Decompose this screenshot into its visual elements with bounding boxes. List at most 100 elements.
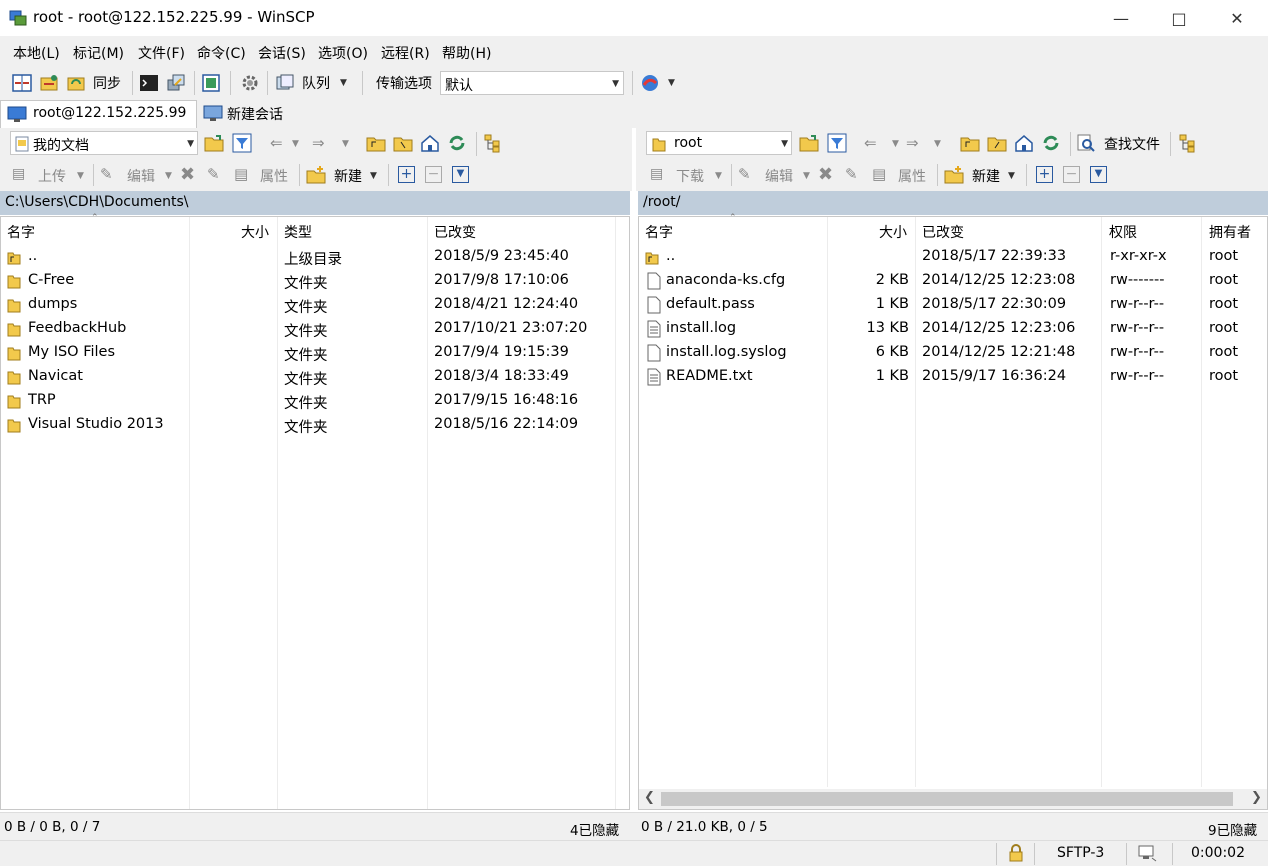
find-files-icon[interactable]	[1076, 133, 1096, 153]
properties-icon[interactable]: ▤	[872, 165, 886, 183]
tree-view-icon[interactable]	[483, 133, 503, 153]
edit-button[interactable]: 编辑	[127, 166, 155, 186]
local-location-select[interactable]: 我的文档 ▼	[10, 131, 198, 155]
chevron-down-icon[interactable]: ▼	[715, 171, 722, 181]
scroll-left-icon[interactable]: ❮	[644, 790, 655, 805]
menu-help[interactable]: 帮助(H)	[442, 43, 491, 63]
forward-icon[interactable]: ⇒	[906, 134, 919, 152]
edit-button[interactable]: 编辑	[765, 166, 793, 186]
local-col-type[interactable]: 类型	[284, 222, 312, 242]
chevron-down-icon[interactable]: ▼	[934, 139, 941, 149]
filter-icon[interactable]	[827, 133, 847, 153]
edit-icon[interactable]: ✎	[100, 165, 113, 183]
menu-session[interactable]: 会话(S)	[258, 43, 306, 63]
delete-icon[interactable]: ✖	[180, 164, 195, 185]
new-button[interactable]: 新建	[972, 166, 1000, 186]
queue-icon[interactable]	[275, 73, 295, 93]
properties-button[interactable]: 属性	[260, 166, 288, 186]
maximize-button[interactable]: □	[1150, 0, 1208, 36]
close-button[interactable]: ✕	[1208, 0, 1266, 36]
table-row[interactable]: dumps 文件夹 2018/4/21 12:24:40	[1, 293, 629, 317]
remote-col-rights[interactable]: 权限	[1109, 222, 1137, 242]
chevron-down-icon[interactable]: ▼	[165, 171, 172, 181]
refresh-icon[interactable]	[447, 133, 467, 153]
local-col-name[interactable]: 名字	[7, 222, 35, 242]
chevron-down-icon[interactable]: ▼	[292, 139, 299, 149]
table-row[interactable]: Navicat 文件夹 2018/3/4 18:33:49	[1, 365, 629, 389]
select-all-icon[interactable]: ▼	[452, 166, 469, 183]
upload-icon[interactable]: ▤	[12, 166, 25, 182]
select-all-icon[interactable]: ▼	[1090, 166, 1107, 183]
back-icon[interactable]: ⇐	[270, 134, 283, 152]
refresh-icon[interactable]	[1041, 133, 1061, 153]
table-row[interactable]: My ISO Files 文件夹 2017/9/4 19:15:39	[1, 341, 629, 365]
remote-col-owner[interactable]: 拥有者	[1209, 222, 1251, 242]
table-row[interactable]: install.log 13 KB 2014/12/25 12:23:06 rw-r-…	[639, 317, 1267, 341]
queue-label[interactable]: 队列	[302, 73, 330, 93]
transfer-settings-select[interactable]: 默认 ▼	[440, 71, 624, 95]
select-files-icon[interactable]: +	[1036, 166, 1053, 183]
find-files-button[interactable]: 查找文件	[1104, 134, 1160, 154]
chevron-down-icon[interactable]: ▼	[892, 139, 899, 149]
tree-view-icon[interactable]	[1178, 133, 1198, 153]
properties-button[interactable]: 属性	[898, 166, 926, 186]
menu-commands[interactable]: 命令(C)	[197, 43, 246, 63]
tab-session[interactable]: root@122.152.225.99	[0, 100, 197, 128]
remote-col-changed[interactable]: 已改变	[922, 222, 964, 242]
download-icon[interactable]: ▤	[650, 166, 663, 182]
table-row[interactable]: anaconda-ks.cfg 2 KB 2014/12/25 12:23:08 rw…	[639, 269, 1267, 293]
chevron-down-icon[interactable]: ▼	[77, 171, 84, 181]
download-button[interactable]: 下载	[676, 166, 704, 186]
scroll-right-icon[interactable]: ❯	[1251, 790, 1262, 805]
tab-new-session[interactable]: 新建会话	[199, 100, 295, 128]
menu-mark[interactable]: 标记(M)	[73, 43, 124, 63]
remote-col-name[interactable]: 名字	[645, 222, 673, 242]
menu-remote[interactable]: 远程(R)	[381, 43, 430, 63]
gear-icon[interactable]	[240, 73, 260, 93]
menu-options[interactable]: 选项(O)	[318, 43, 368, 63]
synchronize-icon[interactable]	[66, 73, 86, 93]
sync-label[interactable]: 同步	[93, 73, 121, 93]
table-row[interactable]: FeedbackHub 文件夹 2017/10/21 23:07:20	[1, 317, 629, 341]
delete-icon[interactable]: ✖	[818, 164, 833, 185]
table-row[interactable]: .. 上级目录 2018/5/9 23:45:40	[1, 245, 629, 269]
parent-directory-icon[interactable]	[366, 133, 386, 153]
minimize-button[interactable]: —	[1092, 0, 1150, 36]
back-icon[interactable]: ⇐	[864, 134, 877, 152]
rename-icon[interactable]: ✎	[207, 165, 220, 183]
preferences-window-icon[interactable]	[201, 73, 221, 93]
putty-icon[interactable]	[166, 73, 186, 93]
remote-col-size[interactable]: 大小	[879, 222, 907, 242]
synchronize-browsing-icon[interactable]	[39, 73, 59, 93]
chevron-down-icon[interactable]: ▼	[342, 139, 349, 149]
table-row[interactable]: README.txt 1 KB 2015/9/17 16:36:24 rw-r--r-…	[639, 365, 1267, 389]
rename-icon[interactable]: ✎	[845, 165, 858, 183]
terminal-icon[interactable]	[139, 73, 159, 93]
queue-dropdown-icon[interactable]: ▼	[340, 78, 347, 88]
globe-sync-icon[interactable]	[640, 73, 660, 93]
open-folder-icon[interactable]	[204, 133, 224, 153]
chevron-down-icon[interactable]: ▼	[668, 78, 675, 88]
remote-location-select[interactable]: root ▼	[646, 131, 792, 155]
root-directory-icon[interactable]	[393, 133, 413, 153]
table-row[interactable]: default.pass 1 KB 2018/5/17 22:30:09 rw-r--…	[639, 293, 1267, 317]
local-col-changed[interactable]: 已改变	[434, 222, 476, 242]
new-folder-icon[interactable]	[306, 165, 326, 185]
compare-directories-icon[interactable]	[12, 73, 32, 93]
scrollbar-thumb[interactable]	[661, 792, 1233, 806]
unselect-files-icon[interactable]: −	[1063, 166, 1080, 183]
open-folder-icon[interactable]	[799, 133, 819, 153]
parent-directory-icon[interactable]	[960, 133, 980, 153]
table-row[interactable]: C-Free 文件夹 2017/9/8 17:10:06	[1, 269, 629, 293]
home-icon[interactable]	[420, 133, 440, 153]
horizontal-scrollbar[interactable]: ❮ ❯	[639, 789, 1267, 809]
new-button[interactable]: 新建	[334, 166, 362, 186]
root-directory-icon[interactable]	[987, 133, 1007, 153]
select-files-icon[interactable]: +	[398, 166, 415, 183]
chevron-down-icon[interactable]: ▼	[370, 171, 377, 181]
upload-button[interactable]: 上传	[38, 166, 66, 186]
local-file-list[interactable]: 名字 ⌃ 大小 类型 已改变 .. 上级目录 2018/5/9 23:45:40 C-…	[0, 213, 630, 810]
unselect-files-icon[interactable]: −	[425, 166, 442, 183]
table-row[interactable]: .. 2018/5/17 22:39:33 r-xr-xr-x root	[639, 245, 1267, 269]
new-folder-icon[interactable]	[944, 165, 964, 185]
